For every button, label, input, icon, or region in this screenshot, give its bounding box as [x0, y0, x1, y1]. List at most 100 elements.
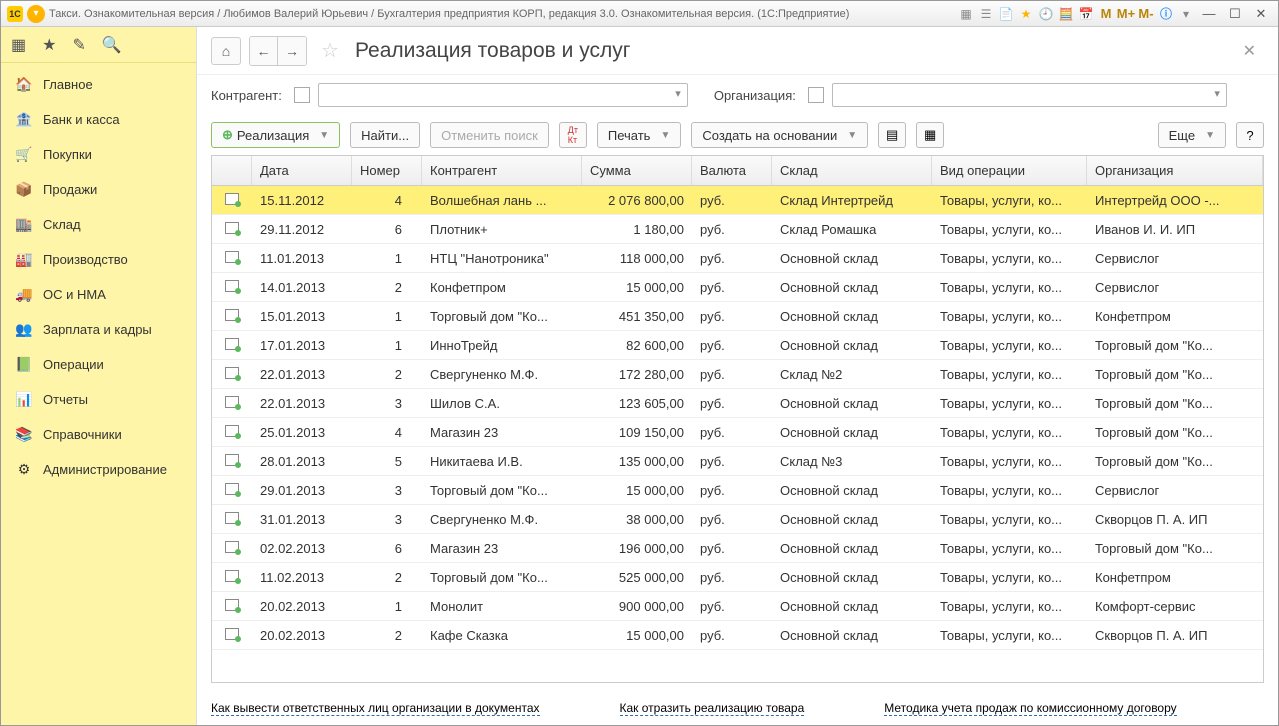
sidebar-item-1[interactable]: 🏦Банк и касса: [1, 102, 196, 137]
table-row[interactable]: 22.01.20133Шилов С.А.123 605,00руб.Основ…: [212, 389, 1263, 418]
footer-link-2[interactable]: Как отразить реализацию товара: [620, 701, 805, 716]
cell-warehouse: Склад Ромашка: [772, 222, 932, 237]
print-button[interactable]: Печать▼: [597, 122, 682, 148]
table-row[interactable]: 02.02.20136Магазин 23196 000,00руб.Основ…: [212, 534, 1263, 563]
sidebar-label: Банк и касса: [43, 112, 120, 127]
favorite-star-icon[interactable]: ☆: [321, 38, 339, 63]
cell-operation: Товары, услуги, ко...: [932, 367, 1087, 382]
table-row[interactable]: 31.01.20133Свергуненко М.Ф.38 000,00руб.…: [212, 505, 1263, 534]
table-row[interactable]: 25.01.20134Магазин 23109 150,00руб.Основ…: [212, 418, 1263, 447]
sidebar-item-10[interactable]: 📚Справочники: [1, 417, 196, 452]
table-row[interactable]: 22.01.20132Свергуненко М.Ф.172 280,00руб…: [212, 360, 1263, 389]
th-currency[interactable]: Валюта: [692, 156, 772, 185]
m-button[interactable]: M: [1098, 6, 1114, 22]
cell-date: 29.01.2013: [252, 483, 352, 498]
table-row[interactable]: 11.01.20131НТЦ "Нанотроника"118 000,00ру…: [212, 244, 1263, 273]
cell-date: 29.11.2012: [252, 222, 352, 237]
table-row[interactable]: 15.11.20124Волшебная лань ...2 076 800,0…: [212, 186, 1263, 215]
table-row[interactable]: 11.02.20132Торговый дом "Ко...525 000,00…: [212, 563, 1263, 592]
cell-counterparty: Никитаева И.В.: [422, 454, 582, 469]
sidebar-item-0[interactable]: 🏠Главное: [1, 67, 196, 102]
tb-icon-1[interactable]: ▦: [958, 6, 974, 22]
table-row[interactable]: 28.01.20135Никитаева И.В.135 000,00руб.С…: [212, 447, 1263, 476]
th-operation[interactable]: Вид операции: [932, 156, 1087, 185]
table-row[interactable]: 14.01.20132Конфетпром15 000,00руб.Основн…: [212, 273, 1263, 302]
close-button[interactable]: ✕: [1250, 6, 1272, 22]
table-row[interactable]: 15.01.20131Торговый дом "Ко...451 350,00…: [212, 302, 1263, 331]
dt-kt-button[interactable]: ДтКт: [559, 122, 587, 148]
cell-currency: руб.: [692, 338, 772, 353]
help-button[interactable]: ?: [1236, 122, 1264, 148]
th-icon[interactable]: [212, 156, 252, 185]
sidebar-item-6[interactable]: 🚚ОС и НМА: [1, 277, 196, 312]
footer-link-1[interactable]: Как вывести ответственных лиц организаци…: [211, 701, 540, 716]
history-icon[interactable]: 🕘: [1038, 6, 1054, 22]
th-num[interactable]: Номер: [352, 156, 422, 185]
sidebar-item-8[interactable]: 📗Операции: [1, 347, 196, 382]
dropdown-icon[interactable]: ▾: [1178, 6, 1194, 22]
table-row[interactable]: 17.01.20131ИнноТрейд82 600,00руб.Основно…: [212, 331, 1263, 360]
sidebar-item-7[interactable]: 👥Зарплата и кадры: [1, 312, 196, 347]
sidebar-item-2[interactable]: 🛒Покупки: [1, 137, 196, 172]
table-row[interactable]: 20.02.20131Монолит900 000,00руб.Основной…: [212, 592, 1263, 621]
cell-organization: Сервислог: [1087, 251, 1263, 266]
cell-sum: 135 000,00: [582, 454, 692, 469]
cell-sum: 123 605,00: [582, 396, 692, 411]
search-icon[interactable]: 🔍: [102, 35, 122, 55]
table-row[interactable]: 29.11.20126Плотник+1 180,00руб.Склад Ром…: [212, 215, 1263, 244]
cell-sum: 196 000,00: [582, 541, 692, 556]
sidebar-item-3[interactable]: 📦Продажи: [1, 172, 196, 207]
m-plus-button[interactable]: M+: [1118, 6, 1134, 22]
sidebar-item-11[interactable]: ⚙Администрирование: [1, 452, 196, 487]
cell-sum: 15 000,00: [582, 628, 692, 643]
sidebar-icon: 🏠: [15, 76, 33, 94]
cancel-search-button[interactable]: Отменить поиск: [430, 122, 549, 148]
footer-link-3[interactable]: Методика учета продаж по комиссионному д…: [884, 701, 1176, 716]
table-row[interactable]: 29.01.20133Торговый дом "Ко...15 000,00р…: [212, 476, 1263, 505]
more-button[interactable]: Еще▼: [1158, 122, 1226, 148]
sidebar-item-4[interactable]: 🏬Склад: [1, 207, 196, 242]
th-organization[interactable]: Организация: [1087, 156, 1263, 185]
nav-back-icon[interactable]: ▾: [27, 5, 45, 23]
cell-date: 31.01.2013: [252, 512, 352, 527]
maximize-button[interactable]: ☐: [1224, 6, 1246, 22]
close-tab-button[interactable]: ✕: [1235, 37, 1264, 65]
tb-icon-3[interactable]: 📄: [998, 6, 1014, 22]
calendar-icon[interactable]: 📅: [1078, 6, 1094, 22]
organization-checkbox[interactable]: [808, 87, 824, 103]
cell-num: 3: [352, 512, 422, 527]
tb-icon-2[interactable]: ☰: [978, 6, 994, 22]
cell-counterparty: Торговый дом "Ко...: [422, 483, 582, 498]
sidebar-item-5[interactable]: 🏭Производство: [1, 242, 196, 277]
favorite-icon[interactable]: ★: [1018, 6, 1034, 22]
nav-prev-button[interactable]: ←: [250, 37, 278, 65]
th-warehouse[interactable]: Склад: [772, 156, 932, 185]
th-date[interactable]: Дата: [252, 156, 352, 185]
clipboard-icon[interactable]: ✎: [72, 35, 85, 55]
sidebar-icon: 👥: [15, 321, 33, 339]
star-icon[interactable]: ★: [42, 35, 56, 55]
cell-currency: руб.: [692, 280, 772, 295]
info-icon[interactable]: ⓘ: [1158, 6, 1174, 22]
calc-icon[interactable]: 🧮: [1058, 6, 1074, 22]
create-button[interactable]: ⊕Реализация▼: [211, 122, 340, 148]
minimize-button[interactable]: —: [1198, 6, 1220, 21]
th-counterparty[interactable]: Контрагент: [422, 156, 582, 185]
apps-icon[interactable]: ▦: [11, 35, 26, 55]
counterparty-combo[interactable]: [318, 83, 688, 107]
cell-currency: руб.: [692, 512, 772, 527]
th-sum[interactable]: Сумма: [582, 156, 692, 185]
create-on-basis-button[interactable]: Создать на основании▼: [691, 122, 868, 148]
find-button[interactable]: Найти...: [350, 122, 420, 148]
m-minus-button[interactable]: M-: [1138, 6, 1154, 22]
sidebar-item-9[interactable]: 📊Отчеты: [1, 382, 196, 417]
row-icon: [212, 483, 252, 498]
list-view-2-button[interactable]: ▦: [916, 122, 944, 148]
nav-next-button[interactable]: →: [278, 37, 306, 65]
home-button[interactable]: ⌂: [211, 37, 241, 65]
list-view-1-button[interactable]: ▤: [878, 122, 906, 148]
table-row[interactable]: 20.02.20132Кафе Сказка15 000,00руб.Основ…: [212, 621, 1263, 650]
cell-sum: 172 280,00: [582, 367, 692, 382]
counterparty-checkbox[interactable]: [294, 87, 310, 103]
organization-combo[interactable]: [832, 83, 1227, 107]
